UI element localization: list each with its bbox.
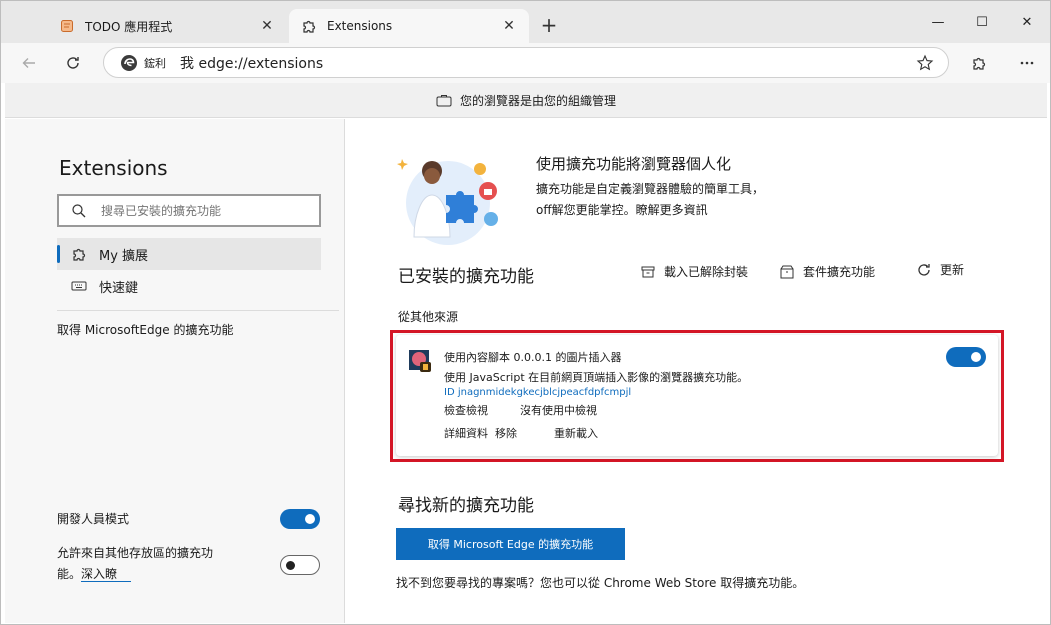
url-prefix: 我 xyxy=(180,55,194,72)
close-tab-icon[interactable]: ✕ xyxy=(499,16,519,36)
puzzle-icon xyxy=(73,248,86,261)
search-icon xyxy=(72,203,86,217)
extension-enabled-toggle[interactable] xyxy=(946,347,986,367)
tab-strip: TODO 應用程式 ✕ Extensions ✕ + — ☐ ✕ xyxy=(1,1,1050,43)
url-value: edge://extensions xyxy=(198,55,324,72)
managed-text: 您的瀏覽器是由您的組織管理 xyxy=(459,93,616,108)
extension-logo-icon xyxy=(409,350,431,372)
todo-app-icon xyxy=(59,18,75,34)
update-button[interactable]: 更新 xyxy=(916,261,964,278)
extensions-toolbar-icon[interactable] xyxy=(965,49,993,77)
extension-id: ID jnagnmidekgkecjblcjpeacfdpfcmpjl xyxy=(444,387,632,398)
sidebar-item-my-extensions[interactable]: My 擴展 xyxy=(57,238,321,270)
archive-icon xyxy=(641,266,655,277)
browser-window: TODO 應用程式 ✕ Extensions ✕ + — ☐ ✕ 鋐利 我 ed… xyxy=(0,0,1051,625)
pack-extension-label: 套件擴充功能 xyxy=(803,265,876,279)
toolbar: 鋐利 我 edge://extensions xyxy=(1,43,1050,83)
sidebar-item-shortcuts[interactable]: 快速鍵 xyxy=(57,270,321,302)
puzzle-icon xyxy=(301,18,317,34)
details-button[interactable]: 詳細資料 xyxy=(444,425,488,441)
main-content: 使用擴充功能將瀏覽器個人化 擴充功能是自定義瀏覽器體驗的簡單工具， off解您更… xyxy=(346,119,1048,623)
cant-find-text: 找不到您要尋找的專案嗎？您也可以從 Chrome Web Store 取得擴充功… xyxy=(396,576,805,590)
pack-extension-button[interactable]: 套件擴充功能 xyxy=(779,263,875,280)
remove-button[interactable]: 移除 xyxy=(495,425,517,441)
find-new-extensions-title: 尋找新的擴充功能 xyxy=(398,496,534,516)
get-extensions-link[interactable]: 取得 MicrosoftEdge 的擴充功能 xyxy=(57,321,233,338)
favorite-star-icon[interactable] xyxy=(916,54,934,72)
developer-mode-label: 開發人員模式 xyxy=(57,512,130,526)
allow-other-stores-label: 允許來自其他存放區的擴充功能。深入瞭 xyxy=(57,543,217,585)
hero-line-2: off解您更能掌控。瞭解更多資訊 xyxy=(536,203,708,217)
tab-label: TODO 應用程式 xyxy=(85,19,173,34)
refresh-icon[interactable] xyxy=(59,49,87,77)
extension-description: 使用 JavaScript 在目前網頁頂端插入影像的瀏覽器擴充功能。 xyxy=(444,371,749,384)
tab-extensions[interactable]: Extensions ✕ xyxy=(289,9,529,43)
get-extensions-button[interactable]: 取得 Microsoft Edge 的擴充功能 xyxy=(396,528,625,560)
load-unpacked-button[interactable]: 載入已解除封裝 xyxy=(640,263,748,280)
learn-more-link[interactable]: 深入瞭 xyxy=(81,567,132,582)
extension-name: 使用內容腳本 0.0.0.1 的圖片插入器 xyxy=(444,351,622,364)
sidebar-title: Extensions xyxy=(59,156,168,180)
sidebar: Extensions My 擴展 快速鍵 取得 MicrosoftEdge 的擴… xyxy=(5,119,345,623)
no-active-views-text: 沒有使用中檢視 xyxy=(520,404,597,417)
inspect-views-label: 檢查檢視 xyxy=(444,404,488,417)
more-options-icon[interactable] xyxy=(1013,49,1041,77)
load-unpacked-label: 載入已解除封裝 xyxy=(664,265,749,279)
close-tab-icon[interactable]: ✕ xyxy=(257,16,277,36)
update-label: 更新 xyxy=(940,263,965,277)
developer-mode-toggle[interactable] xyxy=(280,509,320,529)
hero-description: 擴充功能是自定義瀏覽器體驗的簡單工具， off解您更能掌控。瞭解更多資訊 xyxy=(536,179,796,221)
sidebar-item-label: My 擴展 xyxy=(99,248,149,264)
reload-button[interactable]: 重新載入 xyxy=(554,425,598,441)
edge-logo-icon xyxy=(121,54,137,71)
maximize-button[interactable]: ☐ xyxy=(959,7,1005,37)
address-bar[interactable]: 鋐利 我 edge://extensions xyxy=(103,47,949,78)
tab-label: Extensions xyxy=(327,19,393,33)
url-text: 我 edge://extensions xyxy=(180,53,323,73)
package-icon xyxy=(780,265,794,278)
hero-illustration xyxy=(397,159,498,245)
search-input[interactable] xyxy=(101,203,301,218)
site-name: 鋐利 xyxy=(144,56,166,70)
sidebar-item-label: 快速鍵 xyxy=(99,280,139,296)
hero-title: 使用擴充功能將瀏覽器個人化 xyxy=(536,155,732,173)
selected-indicator xyxy=(57,245,60,263)
minimize-button[interactable]: — xyxy=(915,7,961,37)
hero-line-1: 擴充功能是自定義瀏覽器體驗的簡單工具， xyxy=(536,182,765,196)
briefcase-icon xyxy=(436,95,452,107)
new-tab-button[interactable]: + xyxy=(537,13,561,37)
managed-notice-bar: 您的瀏覽器是由您的組織管理 xyxy=(5,83,1047,118)
close-window-button[interactable]: ✕ xyxy=(1004,7,1050,37)
from-other-sources-heading: 從其他來源 xyxy=(398,310,459,324)
sidebar-divider xyxy=(57,310,339,311)
back-icon[interactable] xyxy=(15,49,43,77)
tab-todo[interactable]: TODO 應用程式 ✕ xyxy=(47,9,287,43)
installed-extensions-title: 已安裝的擴充功能 xyxy=(398,267,534,287)
keyboard-icon xyxy=(71,281,87,291)
allow-other-stores-toggle[interactable] xyxy=(280,555,320,575)
refresh-icon xyxy=(918,263,930,276)
extension-card: 使用內容腳本 0.0.0.1 的圖片插入器 使用 JavaScript 在目前網… xyxy=(396,335,998,456)
search-box[interactable] xyxy=(57,194,321,227)
